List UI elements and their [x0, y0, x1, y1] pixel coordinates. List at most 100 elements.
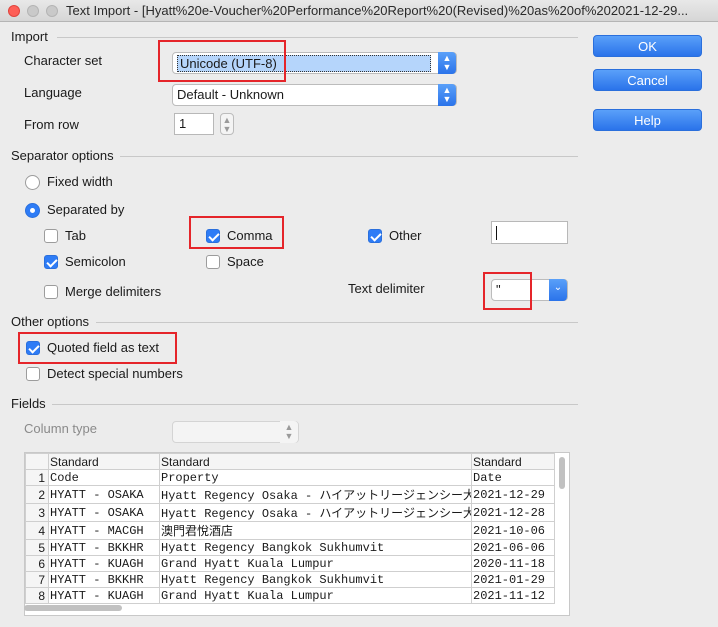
- code-cell: HYATT - OSAKA: [48, 485, 160, 504]
- code-cell: HYATT - BKKHR: [48, 571, 160, 588]
- from-row-input[interactable]: 1: [174, 113, 214, 135]
- property-cell: Property: [159, 469, 472, 486]
- table-row: 5 HYATT - BKKHR Hyatt Regency Bangkok Sukh…: [25, 539, 555, 556]
- table-row: 7 HYATT - BKKHR Hyatt Regency Bangkok Sukh…: [25, 571, 555, 588]
- chevron-down-icon[interactable]: ⌄: [549, 279, 567, 301]
- merge-delimiters-label: Merge delimiters: [65, 284, 162, 299]
- space-label: Space: [227, 254, 264, 269]
- date-cell: 2021-12-29: [471, 485, 555, 504]
- text-cursor: [496, 225, 497, 240]
- property-cell: Hyatt Regency Bangkok Sukhumvit: [159, 571, 472, 588]
- separated-by-radio[interactable]: [25, 203, 40, 218]
- cancel-button[interactable]: Cancel: [593, 69, 702, 91]
- annotation-box-text-delimiter: [483, 272, 532, 310]
- annotation-box-comma: [189, 216, 284, 249]
- close-window-icon[interactable]: [8, 5, 20, 17]
- chevron-updown-icon[interactable]: ▲ ▼: [280, 421, 298, 443]
- detect-special-numbers-label: Detect special numbers: [47, 366, 183, 381]
- date-cell: 2021-12-28: [471, 503, 555, 522]
- other-options-section-title: Other options: [11, 314, 90, 329]
- import-section-title: Import: [11, 29, 48, 44]
- annotation-box-quoted-field: [18, 332, 177, 364]
- charset-label: Character set: [24, 53, 103, 68]
- row-number: 7: [25, 571, 49, 588]
- tab-checkbox[interactable]: [44, 229, 58, 243]
- other-label: Other: [389, 228, 422, 243]
- chevron-updown-icon[interactable]: ▲ ▼: [438, 84, 456, 106]
- table-row: 4 HYATT - MACGH 澳門君悅酒店 2021-10-06: [25, 521, 555, 540]
- preview-header-row: Standard Standard Standard: [25, 453, 555, 470]
- code-cell: HYATT - OSAKA: [48, 503, 160, 522]
- language-value: Default - Unknown: [177, 87, 284, 102]
- row-number: 1: [25, 469, 49, 486]
- code-cell: HYATT - MACGH: [48, 521, 160, 540]
- help-button[interactable]: Help: [593, 109, 702, 131]
- vertical-scrollbar[interactable]: [559, 457, 565, 489]
- maximize-window-icon[interactable]: [46, 5, 58, 17]
- column-type-label: Column type: [24, 421, 97, 436]
- table-row: 1 Code Property Date: [25, 469, 555, 486]
- fixed-width-label: Fixed width: [47, 174, 113, 189]
- semicolon-checkbox[interactable]: [44, 255, 58, 269]
- other-separator-input[interactable]: [491, 221, 568, 244]
- ok-button[interactable]: OK: [593, 35, 702, 57]
- annotation-box-charset: [158, 40, 286, 82]
- minimize-window-icon[interactable]: [27, 5, 39, 17]
- detect-special-numbers-checkbox[interactable]: [26, 367, 40, 381]
- fields-preview-grid[interactable]: Standard Standard Standard 1 Code Property…: [24, 452, 570, 616]
- fields-section-title: Fields: [11, 396, 46, 411]
- date-cell: 2021-06-06: [471, 539, 555, 556]
- date-cell: 2021-10-06: [471, 521, 555, 540]
- language-label: Language: [24, 85, 82, 100]
- code-cell: HYATT - KUAGH: [48, 555, 160, 572]
- row-number: 5: [25, 539, 49, 556]
- text-delimiter-label: Text delimiter: [348, 281, 425, 296]
- code-cell: Code: [48, 469, 160, 486]
- property-cell: Grand Hyatt Kuala Lumpur: [159, 587, 472, 604]
- separated-by-label: Separated by: [47, 202, 125, 217]
- fixed-width-radio[interactable]: [25, 175, 40, 190]
- property-cell: 澳門君悅酒店: [159, 521, 472, 540]
- separator-divider: [120, 156, 578, 157]
- column-header[interactable]: Standard: [48, 453, 160, 470]
- title-bar: Text Import - [Hyatt%20e-Voucher%20Perfo…: [0, 0, 718, 22]
- row-number: 8: [25, 587, 49, 604]
- other-checkbox[interactable]: [368, 229, 382, 243]
- fields-divider: [52, 404, 578, 405]
- language-select[interactable]: Default - Unknown ▲ ▼: [172, 84, 457, 106]
- merge-delimiters-checkbox[interactable]: [44, 285, 58, 299]
- tab-label: Tab: [65, 228, 86, 243]
- table-row: 8 HYATT - KUAGH Grand Hyatt Kuala Lumpur 20…: [25, 587, 555, 604]
- date-cell: 2021-11-12: [471, 587, 555, 604]
- other-options-divider: [96, 322, 578, 323]
- from-row-stepper[interactable]: ▲ ▼: [220, 113, 234, 135]
- window-title: Text Import - [Hyatt%20e-Voucher%20Perfo…: [66, 3, 689, 18]
- property-cell: Hyatt Regency Osaka - ハイアットリージェンシー大阪: [159, 503, 472, 522]
- table-row: 2 HYATT - OSAKA Hyatt Regency Osaka - ハイアッ…: [25, 485, 555, 504]
- column-type-select[interactable]: ▲ ▼: [172, 421, 299, 443]
- semicolon-label: Semicolon: [65, 254, 126, 269]
- space-checkbox[interactable]: [206, 255, 220, 269]
- property-cell: Hyatt Regency Bangkok Sukhumvit: [159, 539, 472, 556]
- date-cell: Date: [471, 469, 555, 486]
- separator-section-title: Separator options: [11, 148, 114, 163]
- import-divider: [57, 37, 578, 38]
- table-row: 3 HYATT - OSAKA Hyatt Regency Osaka - ハイアッ…: [25, 503, 555, 522]
- date-cell: 2020-11-18: [471, 555, 555, 572]
- property-cell: Grand Hyatt Kuala Lumpur: [159, 555, 472, 572]
- date-cell: 2021-01-29: [471, 571, 555, 588]
- chevron-updown-icon[interactable]: ▲ ▼: [438, 52, 456, 74]
- row-number: 6: [25, 555, 49, 572]
- code-cell: HYATT - BKKHR: [48, 539, 160, 556]
- property-cell: Hyatt Regency Osaka - ハイアットリージェンシー大阪: [159, 485, 472, 504]
- from-row-label: From row: [24, 117, 79, 132]
- row-number: 3: [25, 503, 49, 522]
- grid-corner: [25, 453, 49, 470]
- column-header[interactable]: Standard: [159, 453, 472, 470]
- preview-body: 1 Code Property Date 2 HYATT - OSAKA Hyatt Reg…: [25, 469, 555, 604]
- row-number: 4: [25, 521, 49, 540]
- horizontal-scrollbar[interactable]: [24, 605, 122, 611]
- preview-table: Standard Standard Standard 1 Code Property…: [25, 453, 555, 604]
- table-row: 6 HYATT - KUAGH Grand Hyatt Kuala Lumpur 20…: [25, 555, 555, 572]
- column-header[interactable]: Standard: [471, 453, 555, 470]
